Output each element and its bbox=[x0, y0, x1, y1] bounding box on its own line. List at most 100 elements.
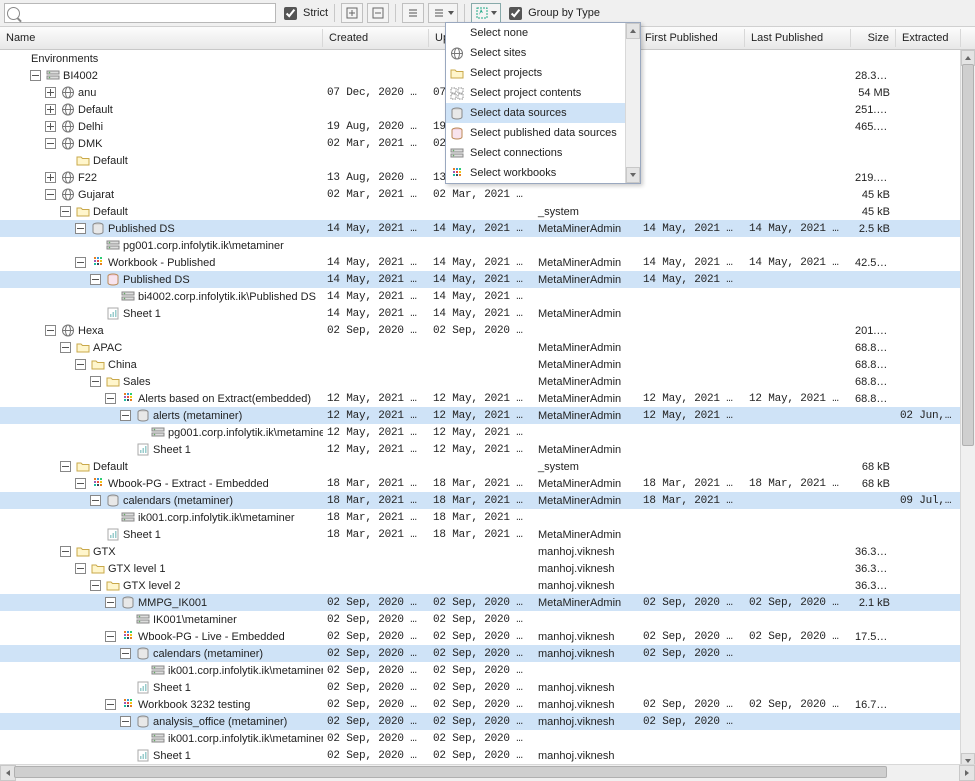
tree-row[interactable]: calendars (metaminer)18 Mar, 2021 23:011… bbox=[0, 492, 961, 509]
tree-row[interactable]: Sheet 114 May, 2021 04:0914 May, 2021 04… bbox=[0, 305, 961, 322]
expand-icon[interactable] bbox=[45, 104, 56, 115]
tree-row[interactable]: pg001.corp.infolytik.ik\metaminer bbox=[0, 237, 961, 254]
tree-row[interactable]: Alerts based on Extract(embedded)12 May,… bbox=[0, 390, 961, 407]
tree-row[interactable]: analysis_office (metaminer)02 Sep, 2020 … bbox=[0, 713, 961, 730]
tree-row[interactable]: ChinaMetaMinerAdmin68.8 kB bbox=[0, 356, 961, 373]
scroll-down-button[interactable] bbox=[626, 167, 640, 183]
collapse-icon[interactable] bbox=[120, 648, 131, 659]
scrollbar-track[interactable] bbox=[961, 64, 975, 755]
scroll-up-button[interactable] bbox=[626, 23, 640, 39]
tree-row[interactable]: Default_system68 kB bbox=[0, 458, 961, 475]
menu-scrollbar[interactable] bbox=[625, 23, 640, 183]
scrollbar-track[interactable] bbox=[14, 765, 961, 779]
tree-row[interactable]: Hexa02 Sep, 2020 05:5502 Sep, 2020 05:55… bbox=[0, 322, 961, 339]
expand-icon[interactable] bbox=[45, 172, 56, 183]
tree-row[interactable]: GTX level 1manhoj.viknesh36.3 kB bbox=[0, 560, 961, 577]
search-input[interactable] bbox=[4, 3, 276, 23]
none-icon bbox=[450, 26, 464, 40]
collapse-icon[interactable] bbox=[75, 257, 86, 268]
horizontal-scrollbar[interactable] bbox=[0, 764, 975, 779]
collapse-icon[interactable] bbox=[90, 376, 101, 387]
collapse-icon[interactable] bbox=[90, 580, 101, 591]
tree-row[interactable]: Published DS14 May, 2021 04:0614 May, 20… bbox=[0, 220, 961, 237]
select-type-dropdown[interactable] bbox=[471, 3, 501, 23]
collapse-icon[interactable] bbox=[75, 478, 86, 489]
scrollbar-thumb[interactable] bbox=[962, 64, 974, 446]
menu-item[interactable]: Select data sources bbox=[446, 103, 626, 123]
folder-icon bbox=[450, 66, 464, 80]
group-by-type-checkbox[interactable]: Group by Type bbox=[505, 4, 600, 23]
vertical-scrollbar[interactable] bbox=[960, 50, 975, 769]
tree-row[interactable]: Wbook-PG - Live - Embedded02 Sep, 2020 0… bbox=[0, 628, 961, 645]
cell-owner: manhoj.viknesh bbox=[534, 562, 639, 576]
tree-row[interactable]: IK001\metaminer02 Sep, 2020 06:1302 Sep,… bbox=[0, 611, 961, 628]
collapse-icon[interactable] bbox=[60, 342, 71, 353]
tree-row[interactable]: Wbook-PG - Extract - Embedded18 Mar, 202… bbox=[0, 475, 961, 492]
expand-all-button[interactable] bbox=[341, 3, 363, 23]
collapse-icon[interactable] bbox=[60, 206, 71, 217]
scrollbar-thumb[interactable] bbox=[14, 766, 887, 778]
filter-level-dropdown[interactable] bbox=[428, 3, 458, 23]
filter-level-button[interactable] bbox=[402, 3, 424, 23]
tree-row[interactable]: pg001.corp.infolytik.ik\metaminer12 May,… bbox=[0, 424, 961, 441]
tree-row[interactable]: GTXmanhoj.viknesh36.3 kB bbox=[0, 543, 961, 560]
cell-size bbox=[851, 279, 896, 281]
collapse-icon[interactable] bbox=[90, 274, 101, 285]
tree-row[interactable]: Published DS14 May, 2021 04:0914 May, 20… bbox=[0, 271, 961, 288]
menu-item[interactable]: Select project contents bbox=[446, 83, 626, 103]
tree-row[interactable]: calendars (metaminer)02 Sep, 2020 05:590… bbox=[0, 645, 961, 662]
collapse-icon[interactable] bbox=[75, 223, 86, 234]
menu-item[interactable]: Select sites bbox=[446, 43, 626, 63]
tree-row[interactable]: SalesMetaMinerAdmin68.8 kB bbox=[0, 373, 961, 390]
menu-item[interactable]: Select workbooks bbox=[446, 163, 626, 183]
tree-row[interactable]: ik001.corp.infolytik.ik\metaminer02 Sep,… bbox=[0, 662, 961, 679]
expand-icon[interactable] bbox=[45, 87, 56, 98]
strict-checkbox-input[interactable] bbox=[284, 7, 297, 20]
collapse-icon[interactable] bbox=[105, 631, 116, 642]
collapse-icon[interactable] bbox=[105, 597, 116, 608]
tree-row[interactable]: MMPG_IK00102 Sep, 2020 06:1302 Sep, 2020… bbox=[0, 594, 961, 611]
expand-icon[interactable] bbox=[45, 121, 56, 132]
tree-row[interactable]: GTX level 2manhoj.viknesh36.3 kB bbox=[0, 577, 961, 594]
column-header-size[interactable]: Size bbox=[851, 29, 896, 47]
menu-item[interactable]: Select connections bbox=[446, 143, 626, 163]
tree-row[interactable]: Sheet 102 Sep, 2020 05:5902 Sep, 2020 06… bbox=[0, 747, 961, 764]
collapse-icon[interactable] bbox=[75, 563, 86, 574]
column-header-created[interactable]: Created bbox=[323, 29, 429, 47]
tree-row[interactable]: APACMetaMinerAdmin68.8 kB bbox=[0, 339, 961, 356]
menu-item[interactable]: Select published data sources bbox=[446, 123, 626, 143]
tree-row[interactable]: alerts (metaminer)12 May, 2021 01:1012 M… bbox=[0, 407, 961, 424]
column-header-extracted[interactable]: Extracted bbox=[896, 29, 961, 47]
collapse-icon[interactable] bbox=[45, 138, 56, 149]
collapse-icon[interactable] bbox=[30, 70, 41, 81]
collapse-icon[interactable] bbox=[120, 410, 131, 421]
tree-row[interactable]: Sheet 102 Sep, 2020 05:5902 Sep, 2020 05… bbox=[0, 679, 961, 696]
group-by-type-checkbox-input[interactable] bbox=[509, 7, 522, 20]
column-header-first_published[interactable]: First Published bbox=[639, 29, 745, 47]
collapse-icon[interactable] bbox=[60, 461, 71, 472]
collapse-icon[interactable] bbox=[75, 359, 86, 370]
collapse-all-button[interactable] bbox=[367, 3, 389, 23]
collapse-icon[interactable] bbox=[120, 716, 131, 727]
tree-row[interactable]: Sheet 118 Mar, 2021 23:0118 Mar, 2021 23… bbox=[0, 526, 961, 543]
tree-row[interactable]: ik001.corp.infolytik.ik\metaminer18 Mar,… bbox=[0, 509, 961, 526]
collapse-icon[interactable] bbox=[45, 325, 56, 336]
collapse-icon[interactable] bbox=[45, 189, 56, 200]
collapse-icon[interactable] bbox=[105, 699, 116, 710]
tree-row[interactable]: Sheet 112 May, 2021 01:1012 May, 2021 01… bbox=[0, 441, 961, 458]
tree-row[interactable]: Gujarat02 Mar, 2021 21:4402 Mar, 2021 21… bbox=[0, 186, 961, 203]
column-header-name[interactable]: Name bbox=[0, 29, 323, 47]
column-header-last_published[interactable]: Last Published bbox=[745, 29, 851, 47]
tree-row[interactable]: Default_system45 kB bbox=[0, 203, 961, 220]
tree-row[interactable]: Workbook 3232 testing02 Sep, 2020 05:590… bbox=[0, 696, 961, 713]
collapse-icon[interactable] bbox=[90, 495, 101, 506]
collapse-icon[interactable] bbox=[60, 546, 71, 557]
tree-row[interactable]: bi4002.corp.infolytik.ik\Published DS14 … bbox=[0, 288, 961, 305]
menu-item[interactable]: Select projects bbox=[446, 63, 626, 83]
menu-item[interactable]: Select none bbox=[446, 23, 626, 43]
collapse-icon[interactable] bbox=[105, 393, 116, 404]
tree-row[interactable]: Workbook - Published14 May, 2021 04:0914… bbox=[0, 254, 961, 271]
tree-row[interactable]: ik001.corp.infolytik.ik\metaminer02 Sep,… bbox=[0, 730, 961, 747]
cell-extracted bbox=[896, 551, 961, 553]
strict-checkbox[interactable]: Strict bbox=[280, 4, 328, 23]
